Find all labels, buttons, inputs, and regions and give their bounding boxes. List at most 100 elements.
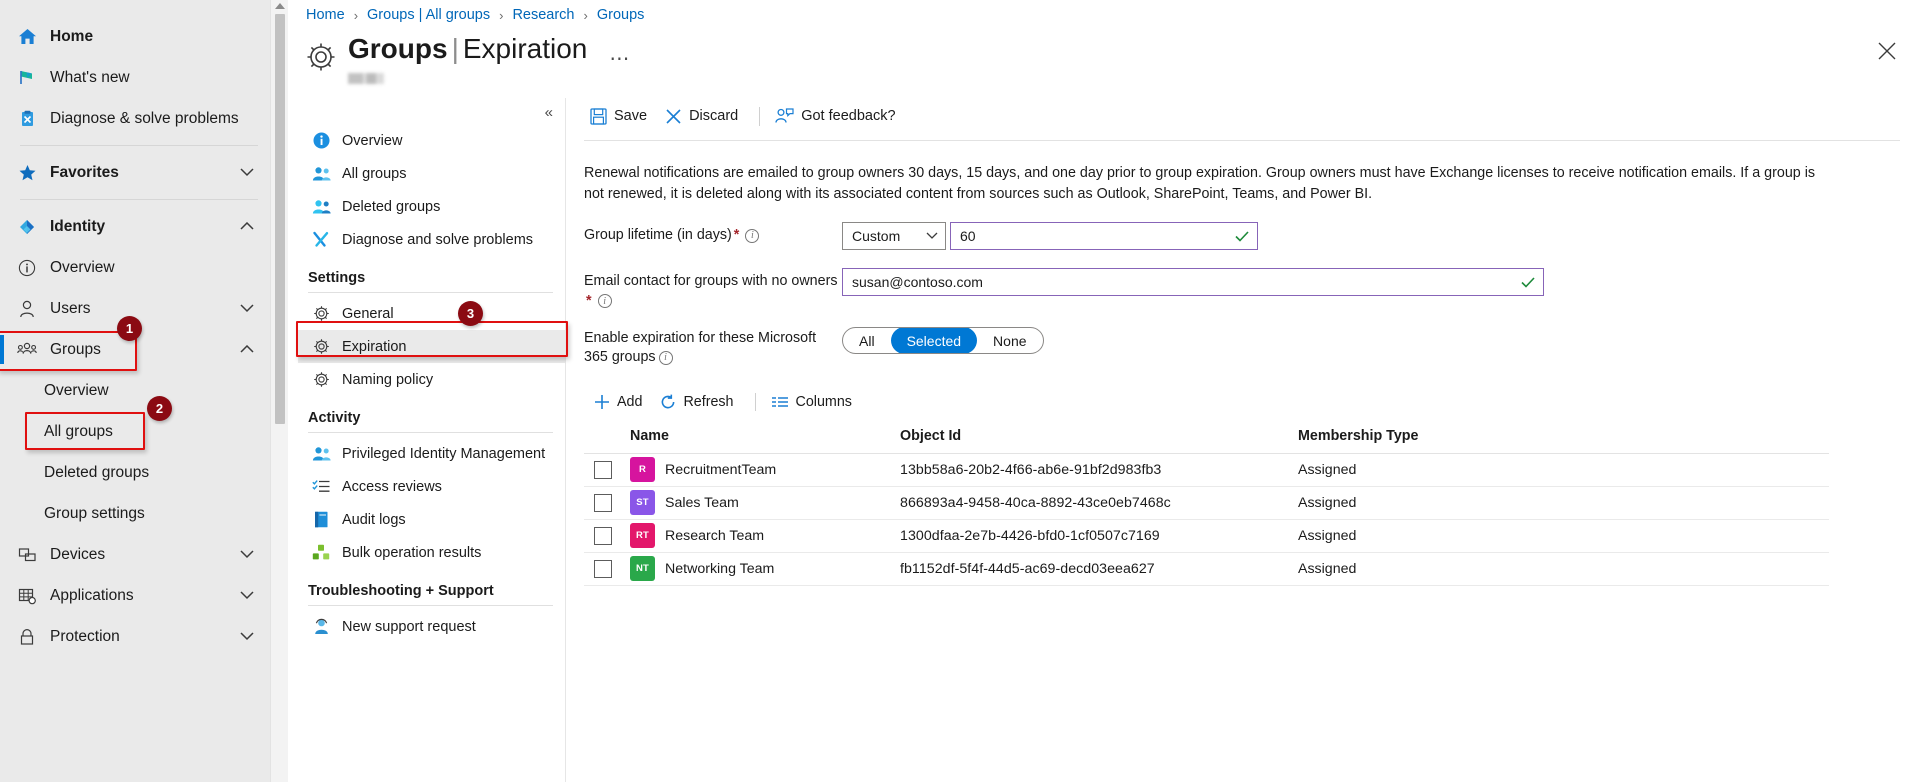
- blade-item-expiration[interactable]: Expiration: [298, 330, 565, 363]
- sidebar-item-groups-overview[interactable]: Overview: [0, 370, 270, 411]
- row-checkbox[interactable]: [594, 460, 612, 479]
- chevron-down-icon[interactable]: [232, 632, 262, 641]
- chevron-up-icon[interactable]: [232, 222, 262, 231]
- info-circle-icon: [12, 258, 42, 278]
- table-body: R RecruitmentTeam 13bb58a6-20b2-4f66-ab6…: [584, 453, 1829, 586]
- blade-item-deleted-groups[interactable]: Deleted groups: [298, 190, 565, 223]
- add-button[interactable]: Add: [588, 390, 654, 414]
- scroll-up-arrow-icon[interactable]: [275, 3, 285, 9]
- blade-item-privileged-identity-management[interactable]: Privileged Identity Management: [298, 437, 565, 470]
- columns-icon: [771, 395, 789, 409]
- star-icon: [12, 163, 42, 183]
- sidebar-item-label: What's new: [50, 68, 130, 86]
- sidebar-item-label: Groups: [50, 340, 101, 358]
- sidebar-item-protection[interactable]: Protection: [0, 616, 270, 657]
- sidebar-item-favorites[interactable]: Favorites: [0, 152, 270, 193]
- table-row[interactable]: NT Networking Team fb1152df-5f4f-44d5-ac…: [584, 552, 1829, 586]
- enable-expiration-option-selected[interactable]: Selected: [890, 328, 978, 354]
- sidebar-item-whats-new[interactable]: What's new: [0, 57, 270, 98]
- chevron-down-icon[interactable]: [232, 591, 262, 600]
- table-row[interactable]: RT Research Team 1300dfaa-2e7b-4426-bfd0…: [584, 519, 1829, 553]
- info-icon[interactable]: i: [658, 351, 673, 366]
- gear-icon: [308, 305, 334, 323]
- valid-check-icon: [1235, 231, 1249, 242]
- bulk-icon: [308, 544, 334, 562]
- blade-item-access-reviews[interactable]: Access reviews: [298, 470, 565, 503]
- breadcrumb-item-groups-all-groups[interactable]: Groups | All groups: [367, 7, 490, 23]
- object-id: fb1152df-5f4f-44d5-ac69-decd03eea627: [900, 552, 1298, 586]
- sidebar-item-diagnose-solve-problems[interactable]: Diagnose & solve problems: [0, 98, 270, 139]
- breadcrumb-item-groups[interactable]: Groups: [597, 7, 645, 23]
- chevron-down-icon[interactable]: [232, 304, 262, 313]
- group-lifetime-select[interactable]: Custom: [842, 222, 946, 251]
- table-row[interactable]: R RecruitmentTeam 13bb58a6-20b2-4f66-ab6…: [584, 453, 1829, 487]
- group-lifetime-input[interactable]: 60: [960, 228, 976, 244]
- breadcrumb-separator: ›: [583, 7, 588, 23]
- sidebar-item-deleted-groups[interactable]: Deleted groups: [0, 452, 270, 493]
- refresh-icon: [660, 394, 676, 410]
- save-button[interactable]: Save: [584, 101, 659, 131]
- group-name: Sales Team: [665, 494, 739, 511]
- global-navigation-sidebar: Home What's new Diagnose & solve problem…: [0, 0, 270, 782]
- blade-item-naming-policy[interactable]: Naming policy: [298, 363, 565, 396]
- breadcrumb-separator: ›: [499, 7, 504, 23]
- sidebar-item-identity[interactable]: Identity: [0, 206, 270, 247]
- sidebar-item-label: Protection: [50, 627, 120, 645]
- required-indicator: *: [733, 227, 740, 244]
- got-feedback-button[interactable]: Got feedback?: [769, 101, 907, 131]
- info-icon[interactable]: i: [745, 229, 760, 244]
- enable-expiration-option-all[interactable]: All: [843, 328, 891, 353]
- gear-icon: [308, 338, 334, 356]
- refresh-button[interactable]: Refresh: [654, 390, 745, 414]
- expiration-settings-content: Save Discard Got feedback? Renewal notif…: [574, 98, 1920, 782]
- command-bar: Save Discard Got feedback?: [574, 98, 1920, 134]
- row-checkbox[interactable]: [594, 493, 612, 512]
- blade-item-bulk-operation-results[interactable]: Bulk operation results: [298, 536, 565, 569]
- membership-type: Assigned: [1298, 486, 1829, 520]
- row-checkbox[interactable]: [594, 526, 612, 545]
- group-name-cell: ST Sales Team: [630, 490, 900, 516]
- sidebar-item-applications[interactable]: Applications: [0, 575, 270, 616]
- columns-button[interactable]: Columns: [765, 390, 864, 414]
- blade-section-activity: Activity: [308, 410, 361, 426]
- breadcrumb-item-home[interactable]: Home: [306, 7, 345, 23]
- devices-icon: [12, 545, 42, 565]
- blade-item-new-support-request[interactable]: New support request: [298, 610, 565, 643]
- table-row[interactable]: ST Sales Team 866893a4-9458-40ca-8892-43…: [584, 486, 1829, 520]
- chevron-down-icon[interactable]: [232, 168, 262, 177]
- blade-item-label: Expiration: [342, 338, 407, 355]
- sidebar-item-devices[interactable]: Devices: [0, 534, 270, 575]
- add-label: Add: [617, 393, 643, 410]
- membership-type: Assigned: [1298, 519, 1829, 553]
- info-icon[interactable]: i: [597, 294, 612, 309]
- sidebar-item-home[interactable]: Home: [0, 16, 270, 57]
- page-scrollbar[interactable]: [270, 0, 288, 782]
- collapse-menu-button[interactable]: «: [545, 104, 553, 121]
- sidebar-item-identity-overview[interactable]: Overview: [0, 247, 270, 288]
- chevron-up-icon[interactable]: [232, 345, 262, 354]
- group-lifetime-label: Group lifetime (in days) * i: [584, 222, 842, 245]
- email-contact-input[interactable]: susan@contoso.com: [852, 274, 983, 290]
- email-contact-input-wrapper[interactable]: susan@contoso.com: [842, 268, 1544, 297]
- command-bar-rule: [584, 140, 1900, 141]
- discard-button[interactable]: Discard: [659, 101, 750, 131]
- sidebar-item-group-settings[interactable]: Group settings: [0, 493, 270, 534]
- blade-item-general[interactable]: General: [298, 297, 565, 330]
- chevron-down-icon[interactable]: [232, 550, 262, 559]
- row-checkbox[interactable]: [594, 559, 612, 578]
- blade-item-diagnose-and-solve-problems[interactable]: Diagnose and solve problems: [298, 223, 565, 256]
- blade-item-overview[interactable]: Overview: [298, 124, 565, 157]
- close-icon[interactable]: [1874, 38, 1900, 64]
- blade-item-audit-logs[interactable]: Audit logs: [298, 503, 565, 536]
- blade-item-all-groups[interactable]: All groups: [298, 157, 565, 190]
- home-icon: [12, 27, 42, 47]
- scroll-thumb[interactable]: [275, 14, 285, 424]
- breadcrumb-separator: ›: [353, 7, 359, 23]
- enable-expiration-option-none[interactable]: None: [977, 328, 1042, 353]
- group-lifetime-input-wrapper[interactable]: 60: [950, 222, 1258, 251]
- sidebar-item-all-groups[interactable]: All groups: [0, 411, 270, 452]
- diagnose-icon: [12, 109, 42, 129]
- page-title-sub: Expiration: [462, 33, 588, 64]
- more-options-button[interactable]: ⋯: [609, 46, 631, 71]
- breadcrumb-item-research[interactable]: Research: [512, 7, 574, 23]
